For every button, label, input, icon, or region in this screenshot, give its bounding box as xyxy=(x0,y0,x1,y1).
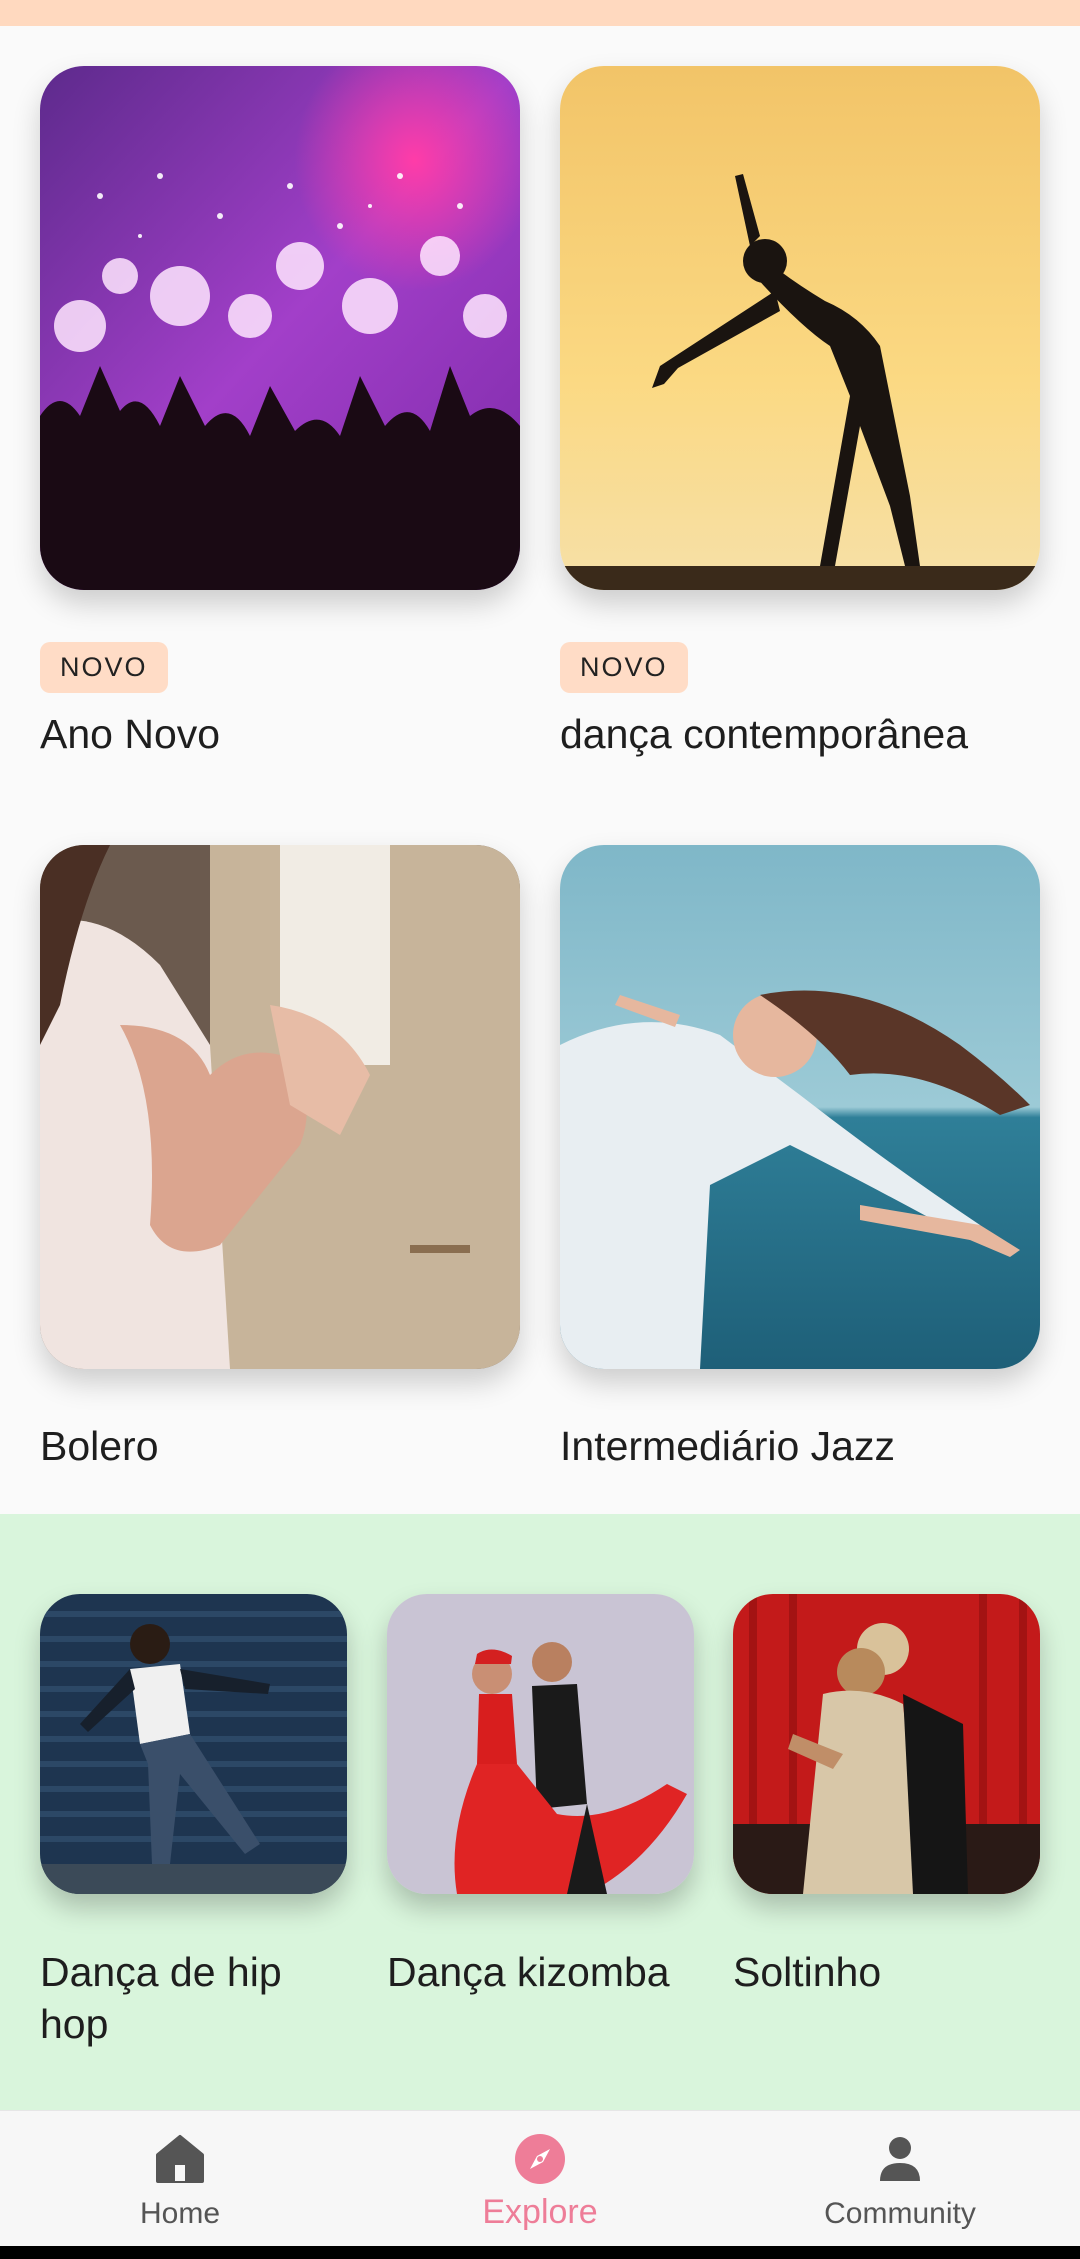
home-icon xyxy=(156,2135,204,2183)
system-gesture-bar xyxy=(0,2246,1080,2259)
card-title: Soltinho xyxy=(733,1949,882,1995)
person-icon xyxy=(880,2137,920,2181)
dancer-silhouette-image xyxy=(560,66,1040,590)
card-title: Dança de hip hop xyxy=(40,1949,282,2047)
dance-card-ano-novo[interactable]: NOVO Ano Novo xyxy=(40,66,520,758)
nav-label-explore: Explore xyxy=(482,2193,598,2231)
nav-label-community: Community xyxy=(824,2197,976,2230)
nav-item-explore[interactable]: Explore xyxy=(390,2131,690,2232)
dance-card-danca-contemporanea[interactable]: NOVO dança contemporânea xyxy=(560,66,1040,758)
kizomba-couple-image xyxy=(387,1594,694,1894)
card-title: Bolero xyxy=(40,1423,159,1469)
dance-card-hip-hop[interactable]: Dança de hip hop xyxy=(40,1594,347,2050)
new-badge: NOVO xyxy=(40,642,168,693)
dance-card-bolero[interactable]: Bolero xyxy=(40,845,520,1470)
dance-card-kizomba[interactable]: Dança kizomba xyxy=(387,1594,694,1998)
compass-icon xyxy=(515,2134,565,2184)
card-title: dança contemporânea xyxy=(560,711,969,757)
ballroom-couple-image xyxy=(733,1594,1040,1894)
hip-hop-dancer-image xyxy=(40,1594,347,1894)
nav-label-home: Home xyxy=(139,2197,221,2230)
featured-carousel-section: Dança de hip hop Dança kizomba Soltinho xyxy=(0,1514,1080,2110)
top-status-strip xyxy=(0,0,1080,26)
nav-item-home[interactable]: Home xyxy=(30,2131,330,2231)
dance-card-intermediario-jazz[interactable]: Intermediário Jazz xyxy=(560,845,1040,1470)
concert-fireworks-image xyxy=(40,66,520,590)
card-title: Dança kizomba xyxy=(387,1949,670,1995)
dance-card-soltinho[interactable]: Soltinho xyxy=(733,1594,1040,1998)
card-title: Ano Novo xyxy=(40,711,221,757)
couple-hands-image xyxy=(40,845,520,1369)
nav-item-community[interactable]: Community xyxy=(750,2131,1050,2231)
bottom-navigation: Home Explore Community xyxy=(0,2110,1080,2246)
new-badge: NOVO xyxy=(560,642,688,693)
woman-sea-image xyxy=(560,845,1040,1369)
card-title: Intermediário Jazz xyxy=(560,1423,895,1469)
